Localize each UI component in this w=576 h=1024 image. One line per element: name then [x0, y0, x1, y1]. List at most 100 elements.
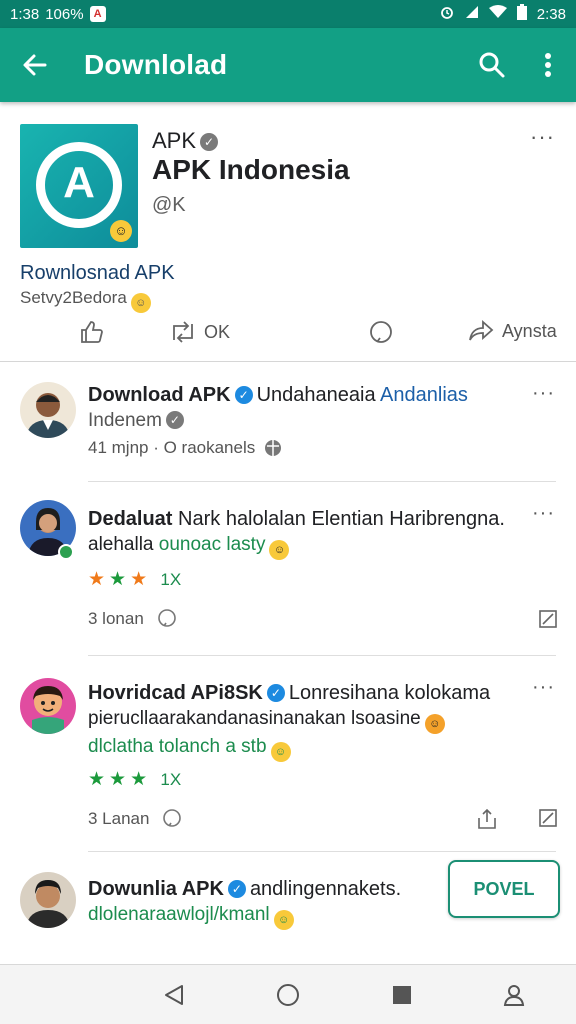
page-title: Downlolad — [84, 49, 228, 80]
share-up-icon[interactable] — [476, 808, 498, 830]
share-button[interactable]: Aynsta — [468, 320, 557, 342]
smile-emoji-icon: ☺ — [130, 293, 151, 313]
verified-grey-icon: ✓ — [200, 133, 219, 151]
more-options-button[interactable] — [520, 28, 576, 102]
share-label: Aynsta — [502, 320, 557, 341]
status-time-left: 1:38 — [10, 5, 40, 23]
avatar[interactable] — [20, 872, 76, 928]
share-arrow-icon — [469, 320, 494, 341]
online-badge-icon — [58, 544, 74, 560]
emoji-badge-icon: ☺ — [110, 220, 132, 242]
search-button[interactable] — [464, 28, 520, 102]
nav-recents-button[interactable] — [388, 981, 416, 1009]
globe-icon — [265, 440, 282, 456]
verified-grey-icon: ✓ — [165, 411, 184, 429]
battery-icon — [516, 4, 527, 24]
feed-author[interactable]: Download APK — [88, 384, 231, 406]
header-small-name-text: APK — [152, 128, 197, 153]
comment-icon[interactable] — [161, 808, 183, 830]
feed-author[interactable]: Dedaluat — [88, 508, 172, 530]
header-name: APK Indonesia — [152, 154, 350, 185]
emoji-icon: ☺ — [270, 742, 291, 762]
header-actions: OK Aynsta — [0, 312, 576, 352]
rating-stars: ★★★ 1X — [88, 568, 528, 591]
edit-icon[interactable] — [538, 609, 558, 629]
header-small-name: APK ✓ — [152, 128, 219, 154]
status-bar: 1:38 106% A 2:38 — [0, 0, 576, 28]
feed-more-button[interactable]: ··· — [532, 382, 555, 405]
rating-stars: ★★★ 1X — [88, 768, 528, 791]
nav-recents-icon — [393, 986, 411, 1004]
system-nav-bar — [0, 964, 576, 1024]
feed-link[interactable]: Andanlias — [380, 384, 468, 406]
nav-home-button[interactable] — [274, 981, 302, 1009]
feed-text: Undahaneaia — [256, 384, 376, 406]
emoji-icon: ☺ — [269, 540, 290, 560]
feed-text: Nark halolalan Elentian Haribrengna. — [178, 508, 505, 530]
follow-button[interactable]: POVEL — [448, 860, 560, 918]
feed-author[interactable]: Hovridcad APi8SK — [88, 682, 263, 704]
feed-line2: dlolenaraawlojl/kmanl — [88, 904, 270, 925]
comment-icon — [370, 321, 392, 343]
nav-home-icon — [277, 984, 299, 1006]
feed-line2: alehalla — [88, 534, 154, 555]
star-icon: ★ — [130, 769, 152, 790]
avatar[interactable] — [20, 382, 76, 438]
emoji-icon: ☺ — [424, 714, 445, 734]
avatar[interactable] — [20, 678, 76, 734]
notification-icon: A — [89, 6, 106, 22]
header-link[interactable]: Rownlosnad APK — [20, 262, 175, 285]
star-icon: ★ — [109, 569, 131, 590]
feed-foot-text: 3 Lanan — [88, 809, 150, 828]
feed-line2-green: ounoac lasty — [158, 534, 266, 555]
star-icon: ★ — [88, 569, 110, 590]
header-more-button[interactable]: ··· — [530, 124, 555, 150]
nav-profile-button[interactable] — [500, 981, 528, 1009]
feed-author[interactable]: Dowunlia APK — [88, 878, 224, 900]
feed-item-3[interactable]: Hovridcad APi8SK ✓ Lonresihana kolokama pi… — [0, 656, 576, 852]
feed-text: Lonresihana kolokama — [288, 682, 491, 704]
status-time-right: 2:38 — [536, 5, 566, 23]
emoji-icon: ☺ — [273, 910, 294, 930]
comment-button[interactable] — [368, 320, 394, 346]
feed-text: andlingennakets. — [249, 878, 402, 900]
star-icon: ★ — [109, 769, 131, 790]
verified-icon: ✓ — [227, 880, 246, 898]
rating-label: 1X — [160, 570, 182, 589]
thumbs-up-icon — [81, 321, 103, 343]
ok-label: OK — [204, 321, 231, 342]
edit-icon[interactable] — [538, 808, 558, 828]
repost-button[interactable]: OK — [170, 320, 230, 344]
feed-line2: pierucllaarakandanasinanakan lsoasine — [88, 708, 421, 729]
back-button[interactable] — [0, 28, 70, 102]
header-handle: @K — [152, 194, 186, 216]
feed-footer: 3 Lanan — [88, 808, 558, 830]
alarm-icon — [439, 4, 455, 24]
nav-profile-icon — [503, 985, 525, 1006]
back-arrow-icon — [23, 54, 47, 76]
feed-item-1[interactable]: Download APK ✓ Undahaneaia Andanlias Inden… — [0, 362, 576, 482]
verified-icon: ✓ — [266, 684, 285, 702]
feed-foot-text: 3 lonan — [88, 609, 144, 628]
nav-back-icon — [165, 985, 183, 1005]
comment-icon[interactable] — [156, 608, 178, 630]
rating-label: 1X — [160, 770, 182, 789]
feed-item-2[interactable]: Dedaluat Nark halolalan Elentian Haribre… — [0, 482, 576, 656]
logo-letter: A — [63, 158, 95, 207]
feed-line2: Indenem — [88, 410, 162, 431]
like-button[interactable] — [80, 320, 104, 344]
app-header-card: A ☺ APK ✓ APK Indonesia @K ··· Rownlosnad… — [0, 102, 576, 362]
star-icon: ★ — [88, 769, 110, 790]
repost-icon — [173, 321, 193, 343]
feed-more-button[interactable]: ··· — [532, 502, 555, 525]
feed-footer: 3 lonan — [88, 608, 558, 630]
header-subtitle-text: Setvy2Bedora — [20, 288, 127, 307]
header-subtitle: Setvy2Bedora ☺ — [20, 288, 151, 313]
app-logo[interactable]: A ☺ — [20, 124, 138, 248]
feed-line3: dlclatha tolanch a stb — [88, 736, 267, 757]
feed-more-button[interactable]: ··· — [532, 676, 555, 699]
nav-back-button[interactable] — [160, 981, 188, 1009]
feed-meta: 41 mjnp · O raokanels — [88, 438, 256, 457]
verified-icon: ✓ — [234, 386, 253, 404]
star-icon: ★ — [130, 569, 152, 590]
